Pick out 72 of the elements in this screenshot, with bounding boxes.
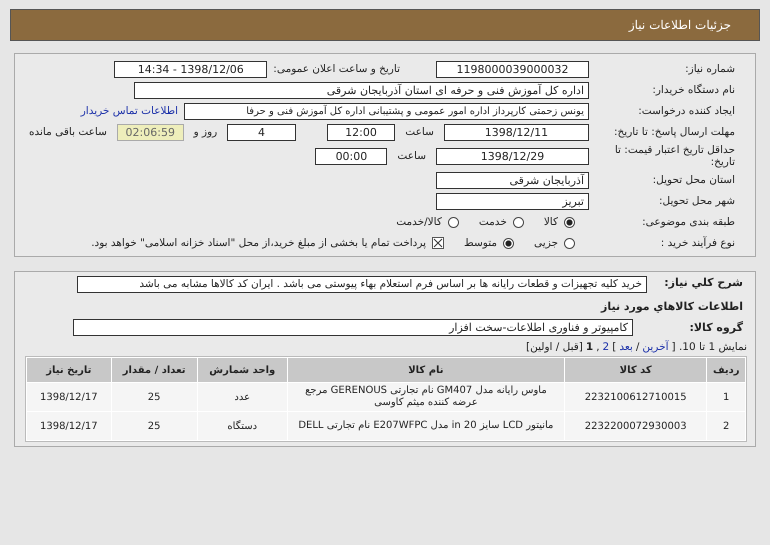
radio-label: خدمت bbox=[478, 216, 507, 228]
column-header: واحد شمارش bbox=[198, 358, 287, 382]
field-label: روز و bbox=[194, 126, 218, 138]
radio-label: جزیی bbox=[534, 237, 558, 250]
pagination-text: , bbox=[596, 341, 600, 354]
field-label: مهلت ارسال پاسخ: تا تاریخ: bbox=[612, 126, 736, 138]
field-label: گروه کالا: bbox=[688, 320, 744, 334]
table-cell: 1398/12/17 bbox=[27, 412, 111, 440]
field-label: نام دستگاه خریدار: bbox=[651, 84, 736, 96]
table-cell: مانیتور LCD سایز 20 in مدل E207WFPC نام تجارتی DELL bbox=[288, 412, 564, 440]
creator-field: یونس زحمتی کارپرداز اداره امور عمومی و پشتیبانی اداره کل آموزش فنی و حرفا bbox=[184, 102, 589, 120]
pagination-text: / bbox=[636, 341, 640, 354]
table-cell: عدد bbox=[198, 383, 287, 412]
field-label: ایجاد کننده درخواست: bbox=[637, 104, 736, 118]
need-number-field: 1198000039000032 bbox=[436, 60, 589, 78]
pagination-link[interactable]: بعد bbox=[619, 341, 633, 354]
pagination-text: ] bbox=[612, 341, 616, 354]
field-label: استان محل تحویل: bbox=[652, 174, 736, 186]
buyer-field: اداره کل آموزش فنی و حرفه ای استان آذربایجان شرقی bbox=[134, 82, 589, 98]
radio-button[interactable] bbox=[448, 216, 459, 228]
table-cell: 2 bbox=[707, 412, 745, 440]
pagination-text: [قبل / اولین] bbox=[526, 341, 583, 354]
table-cell: ماوس رایانه مدل GM407 نام تجارتی GERENOUS مرجع عرضه کننده میثم کاوسی bbox=[288, 383, 564, 412]
field-label: شرح کلي نياز: bbox=[663, 276, 744, 290]
checkbox-label: پرداخت تمام یا بخشی از مبلغ خرید،از محل "اسناد خزانه اسلامی" خواهد بود. bbox=[91, 237, 426, 250]
radio-button[interactable] bbox=[503, 238, 514, 249]
column-header: نام کالا bbox=[288, 358, 564, 382]
radio-button[interactable] bbox=[564, 216, 575, 228]
field-label: حداقل تاریخ اعتبار قیمت: تا تاریخ: bbox=[614, 144, 736, 168]
page-title: جزئیات اطلاعات نیاز bbox=[628, 18, 731, 32]
field-label: نوع فرآیند خرید : bbox=[660, 237, 736, 250]
column-header: رديف bbox=[707, 358, 745, 382]
deadline-date-field: 1398/12/11 bbox=[444, 124, 589, 140]
city-field: تبریز bbox=[436, 192, 589, 210]
pagination-text: نمایش 1 تا 10. [ bbox=[672, 341, 747, 354]
column-header: تعداد / مقدار bbox=[112, 358, 197, 382]
buyer-contact-link[interactable]: اطلاعات تماس خریدار bbox=[80, 105, 178, 117]
column-header: کد کالا bbox=[564, 358, 706, 382]
table-cell: 25 bbox=[112, 383, 197, 412]
table-cell: 2232100612710015 bbox=[564, 383, 706, 412]
announce-date-field: 1398/12/06 - 14:34 bbox=[114, 60, 268, 78]
radio-label: کالا bbox=[544, 216, 558, 228]
deadline-time-field: 12:00 bbox=[326, 124, 396, 140]
radio-button[interactable] bbox=[512, 216, 524, 228]
field-label: طبقه بندی موضوعی: bbox=[641, 216, 736, 228]
province-field: آذربایجان شرقی bbox=[436, 172, 589, 189]
days-field: 4 bbox=[227, 124, 296, 140]
pagination-link[interactable]: آخرین bbox=[642, 341, 669, 354]
current-page: 1 bbox=[586, 341, 594, 354]
pagination-link[interactable]: 2 bbox=[602, 341, 610, 354]
table-cell: 25 bbox=[112, 412, 197, 440]
field-label: ساعت باقی مانده bbox=[29, 126, 107, 138]
description-field: خرید کلیه تجهیزات و قطعات رایانه ها بر اساس فرم استعلام بهاء پیوستی می باشد . ایران کد کالاها مشابه می باشد bbox=[77, 276, 647, 294]
goods-group-field: کامپیوتر و فناوری اطلاعات-سخت افزار bbox=[73, 318, 633, 336]
radio-label: کالا/خدمت bbox=[396, 216, 442, 228]
table-cell: 1 bbox=[707, 383, 745, 412]
field-label: تاریخ و ساعت اعلان عمومی: bbox=[273, 63, 400, 75]
field-label: شهر محل تحویل: bbox=[658, 195, 736, 208]
radio-label: متوسط bbox=[464, 237, 498, 250]
section-title: اطلاعات کالاهاي مورد نياز bbox=[601, 300, 744, 313]
field-label: ساعت bbox=[397, 150, 426, 162]
radio-button[interactable] bbox=[564, 238, 575, 249]
table-cell: 2232200072930003 bbox=[564, 412, 706, 440]
validity-date-field: 1398/12/29 bbox=[436, 148, 589, 165]
remaining-time-field: 02:06:59 bbox=[116, 124, 184, 140]
table-cell: 1398/12/17 bbox=[27, 383, 111, 412]
field-label: شماره نیاز: bbox=[684, 62, 736, 76]
field-label: ساعت bbox=[405, 126, 434, 138]
checkbox[interactable] bbox=[432, 237, 444, 250]
column-header: تاریخ نیاز bbox=[27, 358, 111, 382]
table-cell: دستگاه bbox=[198, 412, 287, 440]
validity-time-field: 00:00 bbox=[315, 148, 388, 165]
